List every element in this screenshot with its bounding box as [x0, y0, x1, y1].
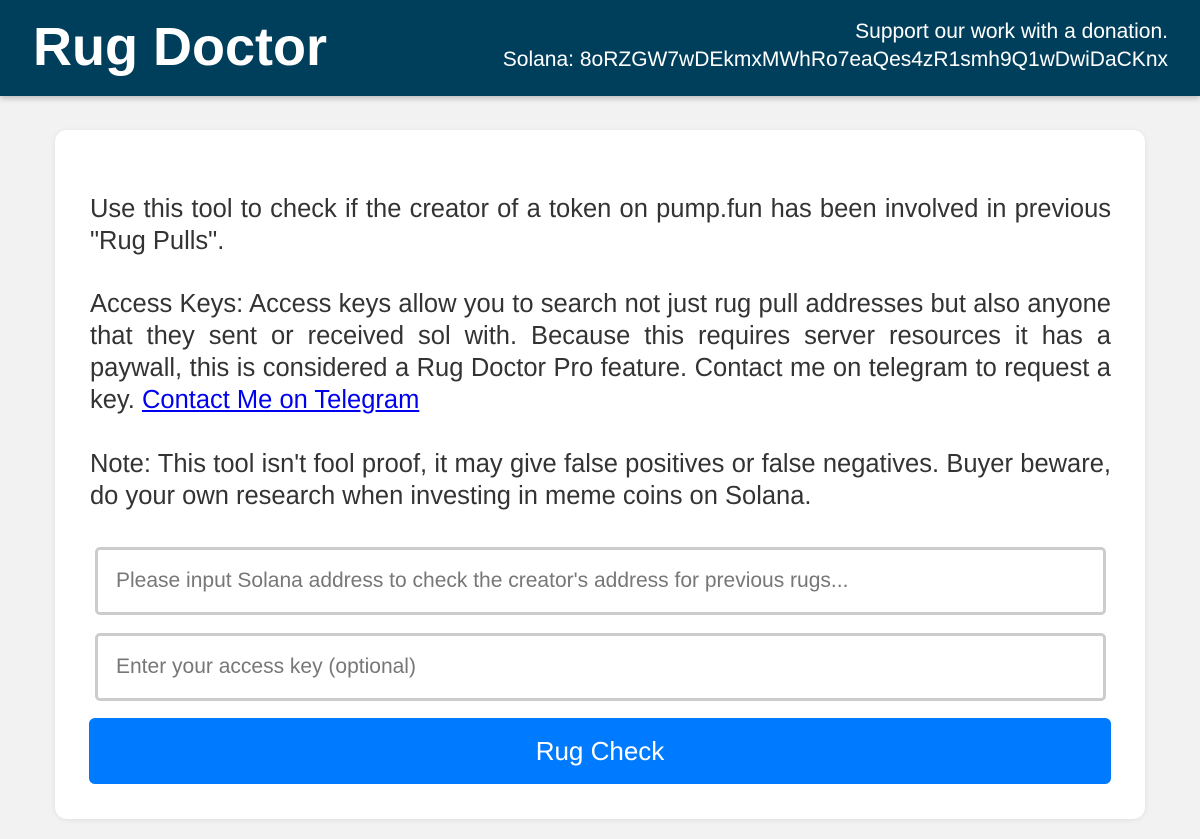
- donation-message: Support our work with a donation.: [855, 20, 1168, 43]
- intro-paragraph: Use this tool to check if the creator of…: [90, 195, 1111, 255]
- solana-address-input[interactable]: [95, 547, 1106, 615]
- donation-info: Support our work with a donation. Solana…: [503, 18, 1168, 74]
- rug-check-button[interactable]: Rug Check: [89, 718, 1111, 784]
- disclaimer-paragraph: Note: This tool isn't fool proof, it may…: [90, 450, 1111, 510]
- site-title: Rug Doctor: [33, 17, 327, 77]
- telegram-contact-link[interactable]: Contact Me on Telegram: [142, 386, 419, 414]
- access-keys-paragraph: Access Keys: Access keys allow you to se…: [90, 288, 1111, 416]
- main-card: Use this tool to check if the creator of…: [55, 130, 1145, 819]
- site-header: Rug Doctor Support our work with a donat…: [0, 0, 1200, 96]
- solana-wallet-address: Solana: 8oRZGW7wDEkmxMWhRo7eaQes4zR1smh9…: [502, 48, 1168, 71]
- access-key-input[interactable]: [95, 633, 1106, 701]
